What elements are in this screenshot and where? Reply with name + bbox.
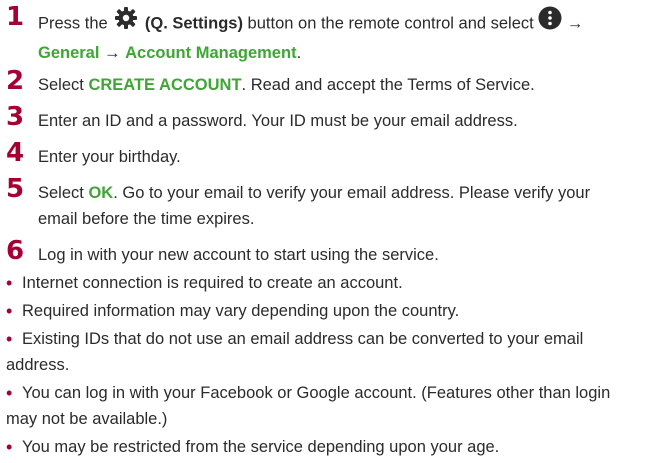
step-2: 2 Select CREATE ACCOUNT. Read and accept… xyxy=(0,68,650,98)
note-item: • Existing IDs that do not use an email … xyxy=(0,326,650,378)
bullet-dot: • xyxy=(6,329,13,349)
note-item: • Internet connection is required to cre… xyxy=(0,270,650,296)
step-4: 4 Enter your birthday. xyxy=(0,140,650,170)
note-text: You may be restricted from the service d… xyxy=(22,438,500,456)
note-text: Required information may vary depending … xyxy=(22,302,460,320)
note-text-continued: address. xyxy=(6,356,70,374)
step-number: 5 xyxy=(6,174,25,204)
step-text: Select CREATE ACCOUNT. Read and accept t… xyxy=(38,76,535,94)
step-6: 6 Log in with your new account to start … xyxy=(0,238,650,268)
menu-general: General xyxy=(38,44,100,62)
note-item: • You may be restricted from the service… xyxy=(0,434,650,460)
step-number: 4 xyxy=(6,138,25,168)
step-number: 3 xyxy=(6,102,25,132)
ok-label: OK xyxy=(88,184,114,202)
bullet-dot: • xyxy=(6,383,13,403)
step-number: 1 xyxy=(6,2,25,32)
step-text: Enter an ID and a password. Your ID must… xyxy=(38,112,518,130)
bullet-dot: • xyxy=(6,273,13,293)
menu-account-management: Account Management xyxy=(125,44,297,62)
step-text: Select OK. Go to your email to verify yo… xyxy=(38,184,591,228)
bullet-dot: • xyxy=(6,301,13,321)
note-text-continued: may not be available.) xyxy=(6,410,168,428)
note-text: You can log in with your Facebook or Goo… xyxy=(22,384,611,402)
step-text: Enter your birthday. xyxy=(38,148,181,166)
step-number: 6 xyxy=(6,236,25,266)
step-number: 2 xyxy=(6,66,25,96)
step-1: 1 Press the (Q. Settings) button on the … xyxy=(0,2,650,62)
note-item: • Required information may vary dependin… xyxy=(0,298,650,324)
bullet-dot: • xyxy=(6,437,13,457)
note-item: • You can log in with your Facebook or G… xyxy=(0,380,650,432)
step-3: 3 Enter an ID and a password. Your ID mu… xyxy=(0,104,650,134)
gear-icon xyxy=(112,7,140,37)
step-text: Log in with your new account to start us… xyxy=(38,246,439,264)
vertical-dots-icon xyxy=(538,6,562,38)
note-text: Internet connection is required to creat… xyxy=(22,274,403,292)
note-text: Existing IDs that do not use an email ad… xyxy=(22,330,584,348)
step-5: 5 Select OK. Go to your email to verify … xyxy=(0,176,650,232)
create-account-label: CREATE ACCOUNT xyxy=(88,76,242,94)
step-text: Press the (Q. Settings) button on the re… xyxy=(38,6,650,66)
